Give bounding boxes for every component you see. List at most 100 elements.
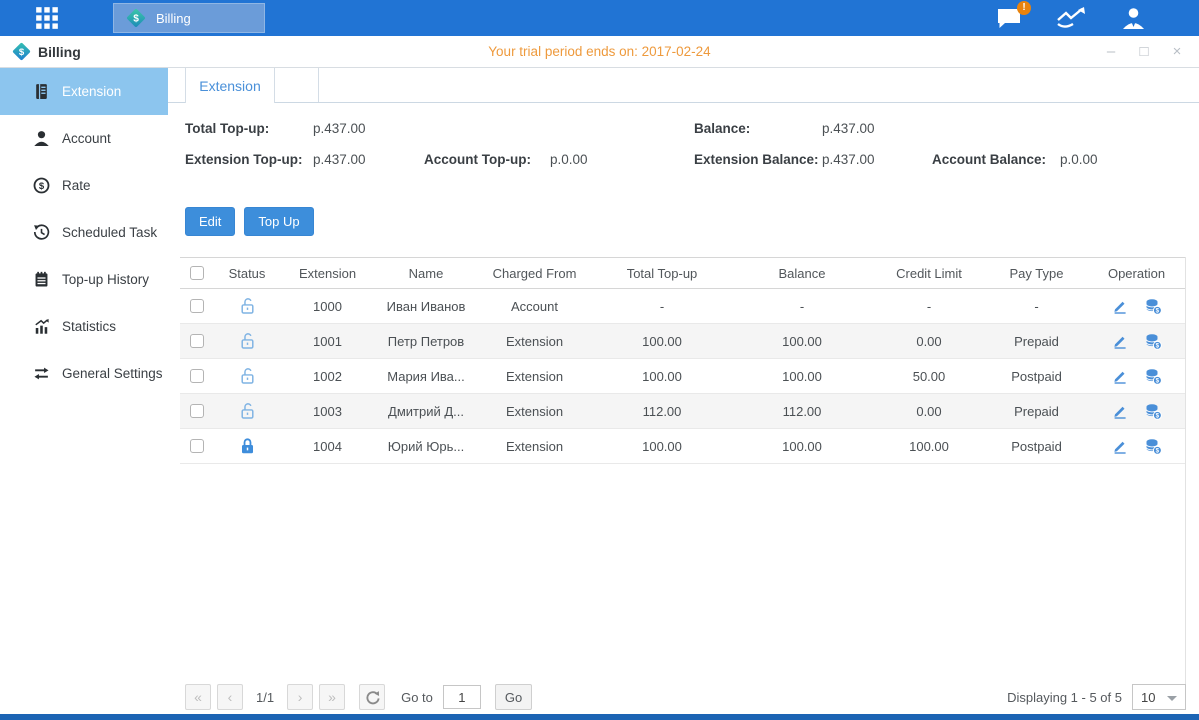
balance-cell: 100.00: [732, 439, 872, 454]
sidebar-item-rate[interactable]: $ Rate: [0, 162, 168, 209]
page-size-select[interactable]: 10: [1132, 684, 1186, 710]
row-checkbox[interactable]: [190, 404, 204, 418]
sidebar-item-label: Rate: [62, 178, 91, 193]
row-checkbox[interactable]: [190, 439, 204, 453]
extension-cell: 1000: [280, 299, 375, 314]
column-header-status[interactable]: Status: [214, 266, 280, 281]
column-header-credit-limit[interactable]: Credit Limit: [872, 266, 986, 281]
topbar-tab-label: Billing: [156, 11, 191, 26]
previous-page-button[interactable]: ‹: [217, 684, 243, 710]
name-cell: Иван Иванов: [375, 299, 477, 314]
table-row[interactable]: 1004 Юрий Юрь... Extension 100.00 100.00…: [180, 429, 1185, 464]
top-bar: $ Billing !: [0, 0, 1199, 36]
row-checkbox[interactable]: [190, 299, 204, 313]
charged-from-cell: Extension: [477, 404, 592, 419]
last-page-button[interactable]: »: [319, 684, 345, 710]
sidebar-item-scheduled-task[interactable]: Scheduled Task: [0, 209, 168, 256]
top-up-row-icon[interactable]: $: [1144, 368, 1162, 385]
maximize-icon[interactable]: □: [1136, 44, 1152, 60]
close-icon[interactable]: ×: [1169, 44, 1185, 60]
pay-type-cell: Postpaid: [986, 369, 1087, 384]
sidebar-item-label: General Settings: [62, 366, 163, 381]
top-up-row-icon[interactable]: $: [1144, 438, 1162, 455]
table-row[interactable]: 1001 Петр Петров Extension 100.00 100.00…: [180, 324, 1185, 359]
svg-text:$: $: [1155, 307, 1159, 314]
next-page-button[interactable]: ›: [287, 684, 313, 710]
main-panel: Extension Total Top-up: p.437.00 Balance…: [168, 68, 1199, 714]
pay-type-cell: Prepaid: [986, 334, 1087, 349]
pay-type-cell: Prepaid: [986, 404, 1087, 419]
charged-from-cell: Extension: [477, 369, 592, 384]
topbar-tab-billing[interactable]: $ Billing: [113, 3, 265, 33]
edit-row-icon[interactable]: [1112, 368, 1128, 384]
user-icon[interactable]: [1120, 6, 1147, 30]
goto-page-input[interactable]: [443, 685, 481, 709]
credit-limit-cell: 100.00: [872, 439, 986, 454]
column-header-total-topup[interactable]: Total Top-up: [592, 266, 732, 281]
extension-balance-value: p.437.00: [822, 152, 875, 167]
sidebar-item-general-settings[interactable]: General Settings: [0, 350, 168, 397]
general-settings-icon: [33, 365, 50, 382]
statistics-chart-icon[interactable]: [1056, 6, 1087, 30]
name-cell: Петр Петров: [375, 334, 477, 349]
pagination-bar: « ‹ 1/1 › » Go to Go Displaying 1 - 5 of…: [180, 682, 1186, 712]
edit-row-icon[interactable]: [1112, 298, 1128, 314]
messages-icon[interactable]: !: [996, 7, 1023, 30]
total-topup-cell: 100.00: [592, 439, 732, 454]
edit-row-icon[interactable]: [1112, 333, 1128, 349]
sidebar-item-extension[interactable]: Extension: [0, 68, 168, 115]
refresh-button[interactable]: [359, 684, 385, 710]
go-button[interactable]: Go: [495, 684, 532, 710]
extension-balance-label: Extension Balance:: [694, 152, 819, 167]
account-balance-value: p.0.00: [1060, 152, 1098, 167]
first-page-button[interactable]: «: [185, 684, 211, 710]
apps-grid-icon[interactable]: [34, 5, 60, 31]
total-topup-cell: 100.00: [592, 369, 732, 384]
tab-extension[interactable]: Extension: [185, 68, 275, 103]
status-unlocked-icon: [239, 297, 256, 315]
select-all-checkbox[interactable]: [190, 266, 204, 280]
extension-icon: [33, 83, 50, 100]
sidebar-item-statistics[interactable]: Statistics: [0, 303, 168, 350]
window-title-bar: $ Billing Your trial period ends on: 201…: [0, 36, 1199, 68]
row-checkbox[interactable]: [190, 369, 204, 383]
top-up-row-icon[interactable]: $: [1144, 403, 1162, 420]
table-row[interactable]: 1000 Иван Иванов Account - - - - $: [180, 289, 1185, 324]
column-header-operation[interactable]: Operation: [1087, 266, 1186, 281]
edit-button[interactable]: Edit: [185, 207, 235, 236]
status-unlocked-icon: [239, 332, 256, 350]
top-up-row-icon[interactable]: $: [1144, 333, 1162, 350]
top-up-row-icon[interactable]: $: [1144, 298, 1162, 315]
charged-from-cell: Extension: [477, 439, 592, 454]
credit-limit-cell: 0.00: [872, 404, 986, 419]
goto-label: Go to: [401, 690, 433, 705]
name-cell: Юрий Юрь...: [375, 439, 477, 454]
extension-cell: 1002: [280, 369, 375, 384]
status-unlocked-icon: [239, 402, 256, 420]
column-header-charged-from[interactable]: Charged From: [477, 266, 592, 281]
balance-cell: 112.00: [732, 404, 872, 419]
edit-row-icon[interactable]: [1112, 438, 1128, 454]
sidebar-item-topup-history[interactable]: Top-up History: [0, 256, 168, 303]
account-topup-label: Account Top-up:: [424, 152, 531, 167]
edit-row-icon[interactable]: [1112, 403, 1128, 419]
column-header-pay-type[interactable]: Pay Type: [986, 266, 1087, 281]
table-row[interactable]: 1003 Дмитрий Д... Extension 112.00 112.0…: [180, 394, 1185, 429]
column-header-balance[interactable]: Balance: [732, 266, 872, 281]
trial-notice: Your trial period ends on: 2017-02-24: [0, 44, 1199, 59]
account-topup-value: p.0.00: [550, 152, 588, 167]
credit-limit-cell: -: [872, 299, 986, 314]
column-header-extension[interactable]: Extension: [280, 266, 375, 281]
sidebar-item-label: Extension: [62, 84, 121, 99]
svg-text:$: $: [39, 181, 45, 192]
row-checkbox[interactable]: [190, 334, 204, 348]
sidebar-item-label: Account: [62, 131, 111, 146]
column-header-name[interactable]: Name: [375, 266, 477, 281]
balance-cell: -: [732, 299, 872, 314]
table-header: Status Extension Name Charged From Total…: [180, 257, 1185, 289]
top-up-button[interactable]: Top Up: [244, 207, 313, 236]
minimize-icon[interactable]: –: [1103, 44, 1119, 60]
sidebar-item-account[interactable]: Account: [0, 115, 168, 162]
table-row[interactable]: 1002 Мария Ива... Extension 100.00 100.0…: [180, 359, 1185, 394]
credit-limit-cell: 50.00: [872, 369, 986, 384]
